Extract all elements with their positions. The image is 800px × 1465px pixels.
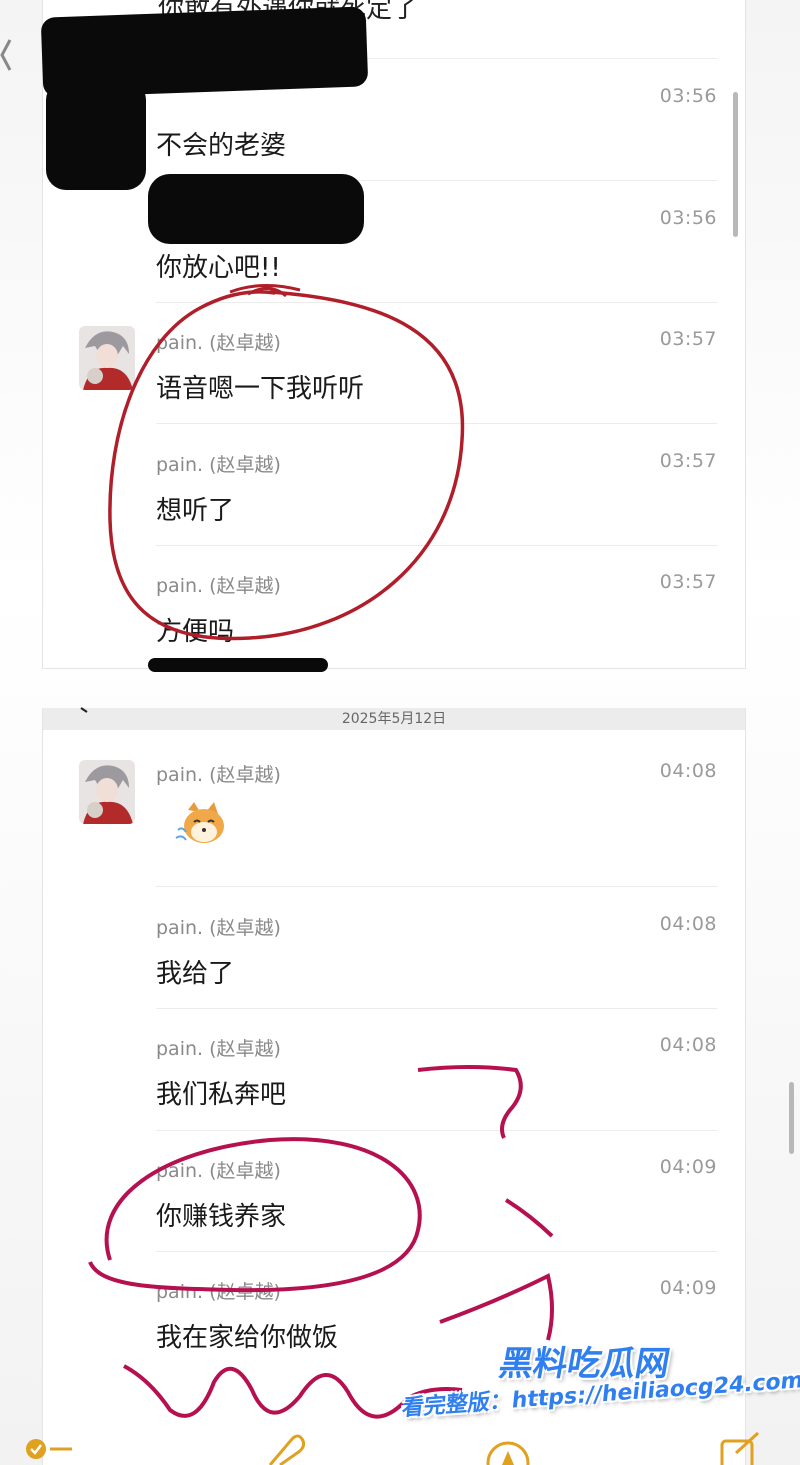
message-time: 03:56	[659, 207, 717, 229]
message-item[interactable]: pain. (赵卓越) 03:57 语音嗯一下我听听	[156, 328, 717, 408]
redaction-block	[148, 658, 328, 672]
pen-circle-icon[interactable]	[486, 1435, 530, 1465]
message-text: 我们私奔吧	[156, 1080, 287, 1110]
sender-name: pain. (赵卓越)	[156, 1160, 281, 1182]
message-list-card: 你敢有外遇你就死定了 03:56 不会的老婆 03:56 你放心吧!! pain…	[42, 0, 746, 669]
message-item[interactable]: pain. (赵卓越) 03:57 想听了	[156, 450, 717, 530]
message-text: 你放心吧!!	[156, 253, 281, 283]
message-time: 03:57	[659, 571, 717, 593]
divider	[156, 545, 717, 546]
message-text: 我给了	[156, 959, 235, 989]
message-item[interactable]: pain. (赵卓越) 04:08	[156, 760, 717, 880]
message-time: 03:56	[659, 85, 717, 107]
scrollbar-thumb[interactable]	[733, 92, 738, 237]
divider	[156, 1008, 717, 1009]
sender-name: pain. (赵卓越)	[156, 454, 281, 476]
scrollbar-thumb[interactable]	[789, 1082, 794, 1154]
avatar[interactable]	[79, 326, 135, 390]
message-item[interactable]: pain. (赵卓越) 04:08 我们私奔吧	[156, 1034, 717, 1114]
message-item[interactable]: pain. (赵卓越) 03:57 方便吗	[156, 571, 717, 651]
message-item[interactable]: 03:56 不会的老婆	[156, 85, 717, 165]
sender-name: pain. (赵卓越)	[156, 575, 281, 597]
message-time: 04:08	[659, 760, 717, 782]
message-time: 04:08	[659, 1034, 717, 1056]
message-text: 不会的老婆	[156, 131, 287, 161]
avatar[interactable]	[79, 760, 135, 824]
sender-name: pain. (赵卓越)	[156, 1038, 281, 1060]
divider	[156, 423, 717, 424]
message-text: 语音嗯一下我听听	[156, 374, 365, 404]
chevron-left-icon[interactable]	[79, 704, 93, 718]
checklist-icon[interactable]	[24, 1433, 76, 1463]
message-time: 04:09	[659, 1156, 717, 1178]
message-text: 方便吗	[156, 617, 235, 647]
paperclip-icon[interactable]	[262, 1431, 306, 1465]
message-text: 想听了	[156, 496, 235, 526]
sender-name: pain. (赵卓越)	[156, 332, 281, 354]
compose-icon[interactable]	[718, 1431, 762, 1465]
sender-name: pain. (赵卓越)	[156, 1281, 281, 1303]
message-time: 04:08	[659, 913, 717, 935]
message-text: 你赚钱养家	[156, 1202, 287, 1232]
sender-name: pain. (赵卓越)	[156, 764, 281, 786]
shiba-dog-sticker-icon[interactable]	[174, 800, 230, 848]
date-separator: 2025年5月12日	[43, 708, 745, 730]
message-time: 04:09	[659, 1277, 717, 1299]
message-text: 我在家给你做饭	[156, 1323, 339, 1353]
sender-name: pain. (赵卓越)	[156, 917, 281, 939]
message-time: 03:57	[659, 450, 717, 472]
chevron-left-icon[interactable]	[0, 30, 14, 80]
redaction-block	[148, 174, 364, 244]
message-time: 03:57	[659, 328, 717, 350]
redaction-block	[46, 80, 146, 190]
divider	[156, 1251, 717, 1252]
divider	[156, 886, 717, 887]
divider	[156, 1130, 717, 1131]
message-item[interactable]: pain. (赵卓越) 04:09 你赚钱养家	[156, 1156, 717, 1236]
message-item[interactable]: pain. (赵卓越) 04:08 我给了	[156, 913, 717, 993]
divider	[156, 302, 717, 303]
